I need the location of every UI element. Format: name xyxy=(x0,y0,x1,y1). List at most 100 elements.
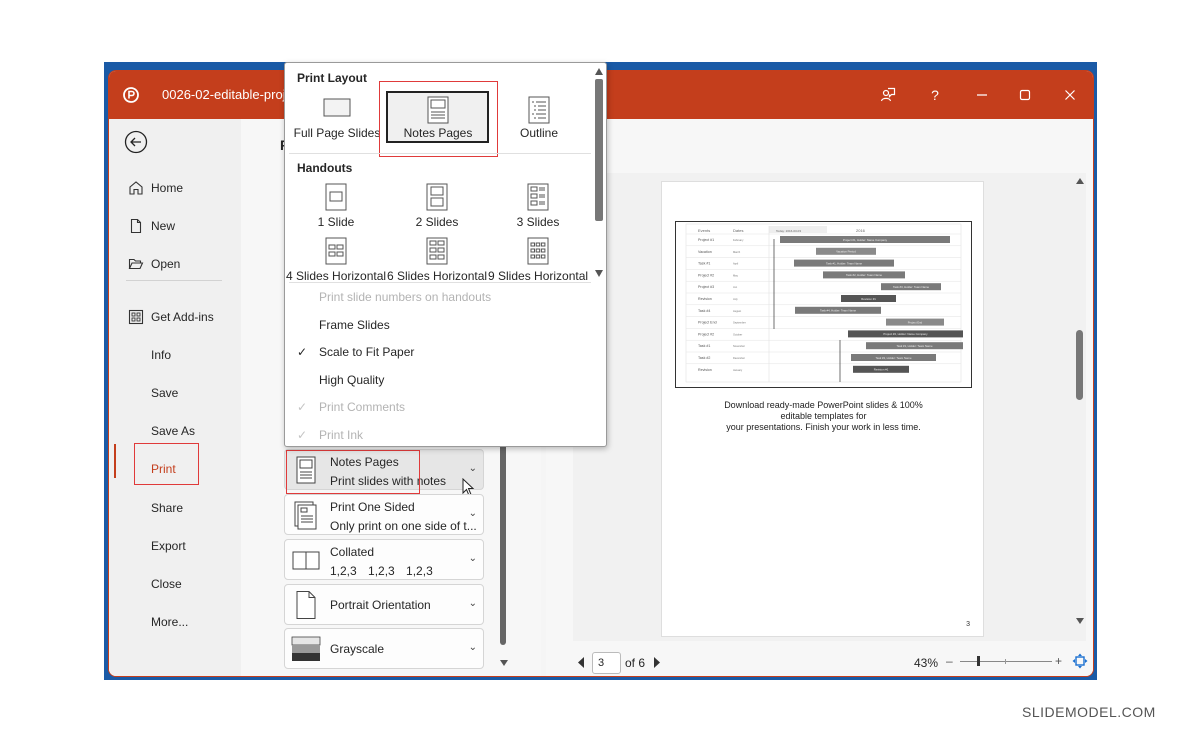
fit-to-window-icon[interactable] xyxy=(1072,653,1088,669)
preview-scrollbar[interactable] xyxy=(1073,171,1087,631)
notes-pages-highlight-box xyxy=(286,450,420,494)
gantt-event-label: Revision xyxy=(698,297,712,301)
preview-scrollbar-thumb[interactable] xyxy=(1076,330,1083,400)
chevron-down-icon: ⌄ xyxy=(468,463,477,474)
help-button[interactable]: ? xyxy=(920,81,950,109)
grayscale-icon xyxy=(291,636,321,661)
zoom-out-button[interactable]: – xyxy=(946,654,953,668)
scroll-up-arrow-icon[interactable] xyxy=(595,68,603,75)
nav-get-add-ins[interactable]: Get Add-ins xyxy=(109,302,241,332)
handout-1-slide-label: 1 Slide xyxy=(317,215,355,229)
nav-get-add-ins-label: Get Add-ins xyxy=(151,310,214,324)
gantt-chart: Events Dates Today: 2016-03-03 2016 Project … xyxy=(685,223,963,383)
gantt-header-events: Events xyxy=(698,228,710,233)
nav-more-label: More... xyxy=(151,615,189,629)
gantt-date-label: October xyxy=(733,332,742,336)
scroll-down-arrow-icon[interactable] xyxy=(499,659,509,667)
gantt-header-dates: Dates xyxy=(733,228,743,233)
nav-save-label: Save xyxy=(151,386,179,400)
nav-close[interactable]: Close xyxy=(109,569,241,599)
minimize-button[interactable] xyxy=(967,81,997,109)
scroll-up-arrow-icon[interactable] xyxy=(1075,177,1085,185)
full-page-slides-icon xyxy=(323,98,351,117)
chevron-down-icon: ⌄ xyxy=(468,598,477,609)
gantt-bar-label: Task #1, Holder: Team Name xyxy=(896,344,932,348)
help-icon: ? xyxy=(931,87,939,103)
handout-1-slide[interactable]: 1 Slide xyxy=(286,183,386,243)
color-dropdown[interactable]: Grayscale ⌄ xyxy=(284,628,484,669)
maximize-icon xyxy=(1019,89,1031,101)
nav-export-label: Export xyxy=(151,539,186,553)
handout-6-slides-horizontal[interactable]: 6 Slides Horizontal xyxy=(387,237,487,297)
page-number-input[interactable]: 3 xyxy=(592,652,621,674)
previous-page-icon[interactable] xyxy=(577,656,585,669)
option-print-comments[interactable]: Print Comments xyxy=(319,400,405,414)
zoom-slider-thumb[interactable] xyxy=(976,656,980,666)
zoom-slider-track[interactable] xyxy=(960,661,1052,662)
gantt-date-label: August xyxy=(733,309,741,313)
zoom-percentage[interactable]: 43% xyxy=(914,656,938,670)
scroll-down-arrow-icon[interactable] xyxy=(595,270,603,277)
handout-2-slides[interactable]: 2 Slides xyxy=(387,183,487,243)
gantt-date-label: February xyxy=(733,238,744,242)
collation-title: Collated xyxy=(330,545,375,559)
handout-3-slides[interactable]: 3 Slides xyxy=(488,183,588,243)
handout-2-slides-icon xyxy=(426,183,448,211)
close-window-button[interactable] xyxy=(1055,81,1085,109)
nav-open[interactable]: Open xyxy=(109,249,241,279)
gantt-event-label: Task #1 xyxy=(698,262,710,266)
notes-text: Download ready-made PowerPoint slides & … xyxy=(682,400,965,433)
window-title: 0026-02-editable-projec xyxy=(162,87,300,102)
nav-info[interactable]: Info xyxy=(109,340,241,370)
checkmark-icon: ✓ xyxy=(297,400,308,414)
gantt-event-label: Revision xyxy=(698,368,712,372)
notes-line-3: your presentations. Finish your work in … xyxy=(726,422,921,432)
layout-scrollbar[interactable] xyxy=(593,65,605,280)
gantt-event-label: Project #2 xyxy=(698,332,714,336)
zoom-in-button[interactable]: + xyxy=(1055,654,1062,668)
presenter-coach-button[interactable] xyxy=(873,81,903,109)
handouts-header: Handouts xyxy=(297,161,353,175)
print-layout-header: Print Layout xyxy=(297,71,368,85)
notes-pages-highlight-box xyxy=(379,81,498,157)
handout-4-slides-icon xyxy=(325,237,347,265)
option-print-ink[interactable]: Print Ink xyxy=(319,428,363,442)
collation-dropdown[interactable]: Collated 1,2,3 1,2,3 1,2,3 ⌄ xyxy=(284,539,484,580)
handout-9-slides-horizontal[interactable]: 9 Slides Horizontal xyxy=(488,237,588,297)
handout-6-slides-label: 6 Slides Horizontal xyxy=(387,269,488,283)
layout-full-page-slides-label: Full Page Slides xyxy=(293,126,381,140)
handout-4-slides-horizontal[interactable]: 4 Slides Horizontal xyxy=(286,237,386,297)
layout-outline[interactable]: Outline xyxy=(489,96,589,156)
gantt-date-label: November xyxy=(733,344,745,348)
handout-3-slides-icon xyxy=(527,183,549,211)
nav-share[interactable]: Share xyxy=(109,493,241,523)
sides-dropdown[interactable]: Print One Sided Only print on one side o… xyxy=(284,494,484,535)
scroll-down-arrow-icon[interactable] xyxy=(1075,617,1085,625)
layout-scrollbar-thumb[interactable] xyxy=(595,79,603,221)
option-print-slide-numbers[interactable]: Print slide numbers on handouts xyxy=(319,290,491,304)
gantt-event-label: Project #2 xyxy=(698,273,714,277)
gantt-event-label: Task #1 xyxy=(698,344,710,348)
new-document-icon xyxy=(130,218,142,234)
option-scale-to-fit-paper[interactable]: Scale to Fit Paper xyxy=(319,345,414,359)
nav-save[interactable]: Save xyxy=(109,378,241,408)
nav-save-as[interactable]: Save As xyxy=(109,416,241,446)
chevron-down-icon: ⌄ xyxy=(468,508,477,519)
nav-new[interactable]: New xyxy=(109,211,241,241)
next-page-icon[interactable] xyxy=(653,656,661,669)
gantt-bar-label: Task #4, Holder: Team Name xyxy=(820,309,856,313)
gantt-event-label: Vacation xyxy=(698,250,712,254)
layout-outline-label: Outline xyxy=(519,126,559,140)
gantt-bar-label: Task #3, Holder: Team Name xyxy=(893,285,929,289)
nav-home[interactable]: Home xyxy=(109,173,241,203)
nav-export[interactable]: Export xyxy=(109,531,241,561)
option-high-quality[interactable]: High Quality xyxy=(319,373,384,387)
add-ins-grid-icon xyxy=(128,309,144,325)
back-arrow-icon[interactable] xyxy=(124,130,148,154)
nav-more[interactable]: More... xyxy=(109,607,241,637)
option-frame-slides[interactable]: Frame Slides xyxy=(319,318,390,332)
layout-full-page-slides[interactable]: Full Page Slides xyxy=(287,96,387,156)
orientation-dropdown[interactable]: Portrait Orientation ⌄ xyxy=(284,584,484,625)
gantt-event-label: Project #3 xyxy=(698,285,714,289)
maximize-button[interactable] xyxy=(1010,81,1040,109)
